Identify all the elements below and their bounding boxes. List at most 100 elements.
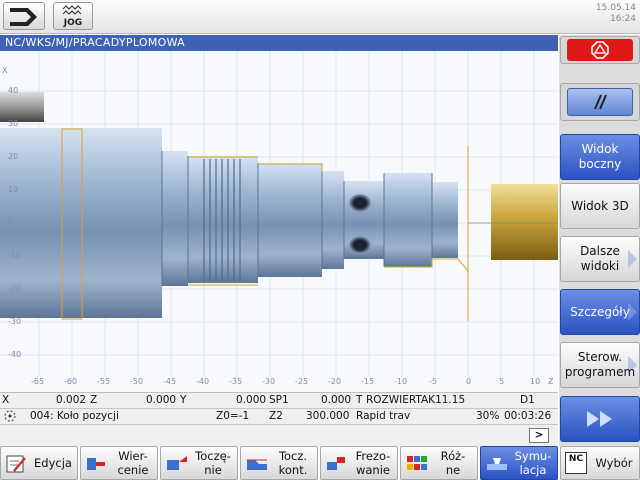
more-views-label: Dalsze widoki xyxy=(580,244,620,273)
select-label: Wybór xyxy=(595,456,633,470)
axis-name: Y xyxy=(180,394,187,406)
side-view-button[interactable]: Widok boczny xyxy=(560,134,640,180)
bracket-arrow-icon xyxy=(10,8,37,26)
y-tick: -10 xyxy=(8,251,22,260)
x-tick: 0 xyxy=(466,377,472,386)
contour-turning-button[interactable]: Tocz. kont. xyxy=(240,446,318,480)
turning-label-1: Toczę- xyxy=(195,449,231,463)
axis-x-label: X xyxy=(2,66,8,75)
stop-octagon-icon xyxy=(591,41,609,59)
spindle-name: SP1 xyxy=(269,394,289,406)
mode-label: JOG xyxy=(63,18,83,28)
y-tick: -20 xyxy=(8,284,22,293)
milling-label-2: wanie xyxy=(355,463,390,477)
select-button[interactable]: NC Wybór xyxy=(560,446,640,480)
drilling-label-2: cenie xyxy=(117,463,149,477)
details-label: Szczegóły xyxy=(570,304,630,319)
jog-mode-button[interactable]: JOG xyxy=(53,2,93,30)
override-pct: 30% xyxy=(476,410,500,422)
elapsed-time: 00:03:26 xyxy=(504,410,552,422)
top-bar: JOG 15.05.14 16:24 xyxy=(0,0,640,34)
contour-label-2: kont. xyxy=(278,463,308,477)
emergency-stop-button[interactable] xyxy=(567,39,633,61)
misc-label-1: Róż- xyxy=(440,449,466,463)
tool-name: ROZWIERTAK11.15 xyxy=(366,394,466,406)
misc-button[interactable]: Róż- ne xyxy=(400,446,478,480)
milling-button[interactable]: Frezo- wanie xyxy=(320,446,398,480)
x-tick: -45 xyxy=(163,377,177,386)
edit-button[interactable]: Edycja xyxy=(0,446,78,480)
misc-label-2: ne xyxy=(445,463,461,477)
axis-value: 0.000 xyxy=(146,394,177,406)
x-tick: 10 xyxy=(530,377,541,386)
x-tick: -50 xyxy=(130,377,144,386)
contour-label-1: Tocz. xyxy=(278,449,308,463)
x-tick: -65 xyxy=(31,377,45,386)
x-tick: -40 xyxy=(196,377,210,386)
simulation-view[interactable]: X Z 40 30 20 10 0 -10 -20 -30 -40 -65 -6… xyxy=(0,51,558,392)
scroll-right-button[interactable]: > xyxy=(529,428,549,443)
simulation-icon xyxy=(487,458,507,470)
y-tick: 30 xyxy=(8,119,19,128)
details-button[interactable]: Szczegóły xyxy=(560,289,640,335)
feed-value: 300.000 xyxy=(306,410,350,422)
axis-z-label: Z xyxy=(548,377,554,386)
axis-value: 0.000 xyxy=(236,394,267,406)
edit-pencil-icon xyxy=(6,455,26,473)
x-tick: -25 xyxy=(295,377,309,386)
datetime: 15.05.14 16:24 xyxy=(596,3,636,25)
view-3d-label: Widok 3D xyxy=(571,198,629,213)
simulation-button[interactable]: Symu- lacja xyxy=(480,446,558,480)
program-path: NC/WKS/MJ/PRACADYPLOMOWA xyxy=(0,35,558,51)
x-tick: -30 xyxy=(262,377,276,386)
tool-reamer xyxy=(491,184,558,260)
status-panel: X 0.002 Z 0.000 Y 0.000 SP1 0.000 T ROZW… xyxy=(0,392,558,446)
x-tick: -10 xyxy=(394,377,408,386)
milling-icon xyxy=(327,457,345,470)
next-page-button[interactable] xyxy=(560,396,640,442)
x-tick: -35 xyxy=(229,377,243,386)
block-progress-icon xyxy=(3,409,17,423)
y-tick: -40 xyxy=(8,350,22,359)
program-control-button[interactable]: Sterow. programem xyxy=(560,342,640,388)
axis-value: 0.002 xyxy=(56,394,87,406)
z2-label: Z2 xyxy=(269,410,283,422)
y-tick: 10 xyxy=(8,185,19,194)
feed-text: Rapid trav xyxy=(356,410,411,422)
more-views-button[interactable]: Dalsze widoki xyxy=(560,236,640,282)
y-tick: 0 xyxy=(8,218,14,227)
x-tick: 5 xyxy=(499,377,505,386)
view-3d-button[interactable]: Widok 3D xyxy=(560,183,640,229)
alarm-area xyxy=(560,36,640,64)
drilling-icon xyxy=(87,458,105,470)
machine-menu-button[interactable] xyxy=(3,2,45,30)
x-tick: -55 xyxy=(97,377,111,386)
current-block: 004: Koło pozycji xyxy=(30,410,119,422)
feed-hold-button[interactable] xyxy=(567,88,633,116)
scroll-arrow: > xyxy=(534,429,544,441)
edit-label: Edycja xyxy=(34,456,72,470)
turning-button[interactable]: Toczę- nie xyxy=(160,446,238,480)
tool-offset: D1 xyxy=(520,394,535,406)
drilling-button[interactable]: Wier- cenie xyxy=(80,446,158,480)
program-control-label: Sterow. programem xyxy=(564,350,636,379)
y-tick: -30 xyxy=(8,317,22,326)
time: 16:24 xyxy=(610,14,636,24)
axis-name: X xyxy=(2,394,10,406)
misc-grid-icon xyxy=(407,456,427,470)
turning-label-2: nie xyxy=(204,463,222,477)
date: 15.05.14 xyxy=(595,3,636,13)
x-tick: -5 xyxy=(429,377,437,386)
double-chevron-right-icon xyxy=(587,411,612,427)
tool-prefix: T xyxy=(356,394,363,406)
spindle-value: 0.000 xyxy=(321,394,352,406)
milling-label-1: Frezo- xyxy=(355,449,391,463)
simulation-graphic xyxy=(0,51,558,376)
z0-value: Z0=-1 xyxy=(216,410,250,422)
axis-name: Z xyxy=(90,394,98,406)
side-view-label: Widok boczny xyxy=(578,142,622,171)
y-tick: 40 xyxy=(8,86,19,95)
drilling-label-1: Wier- xyxy=(118,449,148,463)
nc-badge: NC xyxy=(565,452,587,474)
turning-icon xyxy=(167,456,187,470)
